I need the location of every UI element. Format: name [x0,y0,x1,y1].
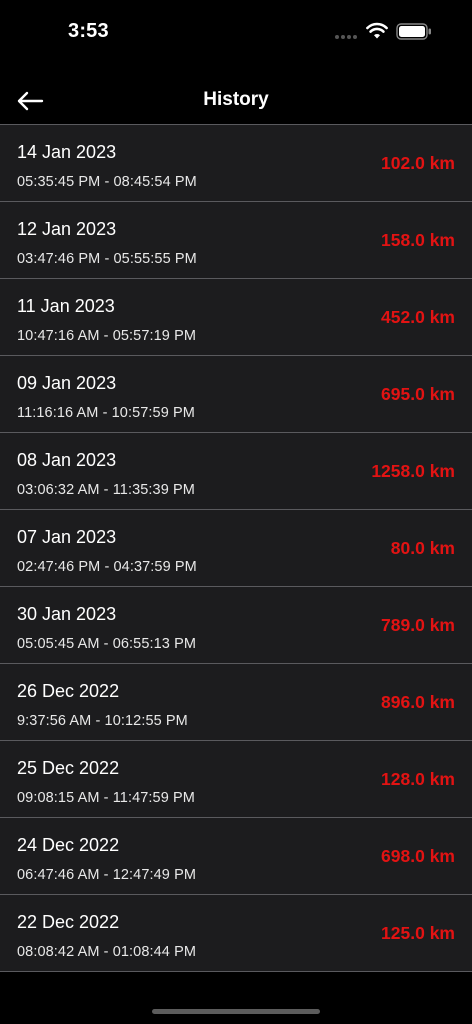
trip-date: 24 Dec 2022 [17,835,120,855]
history-list: 14 Jan 2023 05:35:45 PM - 08:45:54 PM 10… [0,124,472,972]
home-indicator[interactable] [152,1009,320,1014]
trip-time-range: 02:47:46 PM - 04:37:59 PM [17,559,197,575]
history-row[interactable]: 12 Jan 2023 03:47:46 PM - 05:55:55 PM 15… [0,201,472,278]
history-row[interactable]: 24 Dec 2022 06:47:46 AM - 12:47:49 PM 69… [0,817,472,894]
trip-time-range: 9:37:56 AM - 10:12:55 PM [17,713,188,729]
history-row[interactable]: 22 Dec 2022 08:08:42 AM - 01:08:44 PM 12… [0,894,472,972]
signal-dots-icon [335,35,357,39]
history-row[interactable]: 30 Jan 2023 05:05:45 AM - 06:55:13 PM 78… [0,586,472,663]
wifi-icon [366,22,388,39]
trip-distance: 125.0 km [381,923,455,943]
trip-date: 11 Jan 2023 [17,296,115,316]
trip-distance: 896.0 km [381,692,455,712]
trip-time-range: 10:47:16 AM - 05:57:19 PM [17,328,197,344]
trip-time-range: 06:47:46 AM - 12:47:49 PM [17,867,197,883]
trip-distance: 102.0 km [381,153,455,173]
history-row[interactable]: 08 Jan 2023 03:06:32 AM - 11:35:39 PM 12… [0,432,472,509]
history-row[interactable]: 25 Dec 2022 09:08:15 AM - 11:47:59 PM 12… [0,740,472,817]
trip-distance: 698.0 km [381,846,455,866]
trip-date: 07 Jan 2023 [17,527,117,547]
status-bar: 3:53 [0,0,472,64]
trip-time-range: 03:47:46 PM - 05:55:55 PM [17,251,197,267]
history-row[interactable]: 09 Jan 2023 11:16:16 AM - 10:57:59 PM 69… [0,355,472,432]
trip-distance: 452.0 km [381,307,455,327]
trip-distance: 1258.0 km [371,461,455,481]
trip-date: 30 Jan 2023 [17,604,117,624]
history-row[interactable]: 14 Jan 2023 05:35:45 PM - 08:45:54 PM 10… [0,124,472,201]
page-title: History [203,89,269,110]
status-time: 3:53 [68,20,109,42]
trip-time-range: 03:06:32 AM - 11:35:39 PM [17,482,195,498]
trip-distance: 789.0 km [381,615,455,635]
trip-date: 22 Dec 2022 [17,912,120,932]
trip-date: 09 Jan 2023 [17,373,117,393]
trip-distance: 128.0 km [381,769,455,789]
trip-date: 25 Dec 2022 [17,758,120,778]
trip-time-range: 09:08:15 AM - 11:47:59 PM [17,790,195,806]
trip-distance: 80.0 km [390,538,455,558]
trip-date: 12 Jan 2023 [17,219,117,239]
trip-distance: 158.0 km [381,230,455,250]
trip-time-range: 05:35:45 PM - 08:45:54 PM [17,174,197,190]
trip-date: 14 Jan 2023 [17,142,117,162]
trip-date: 26 Dec 2022 [17,681,120,701]
trip-time-range: 05:05:45 AM - 06:55:13 PM [17,636,197,652]
history-row[interactable]: 26 Dec 2022 9:37:56 AM - 10:12:55 PM 896… [0,663,472,740]
navigation-bar: History [0,64,472,125]
battery-icon [396,23,431,40]
history-row[interactable]: 11 Jan 2023 10:47:16 AM - 05:57:19 PM 45… [0,278,472,355]
trip-date: 08 Jan 2023 [17,450,117,470]
trip-distance: 695.0 km [381,384,455,404]
trip-time-range: 08:08:42 AM - 01:08:44 PM [17,944,197,960]
history-row[interactable]: 07 Jan 2023 02:47:46 PM - 04:37:59 PM 80… [0,509,472,586]
trip-time-range: 11:16:16 AM - 10:57:59 PM [17,405,195,421]
